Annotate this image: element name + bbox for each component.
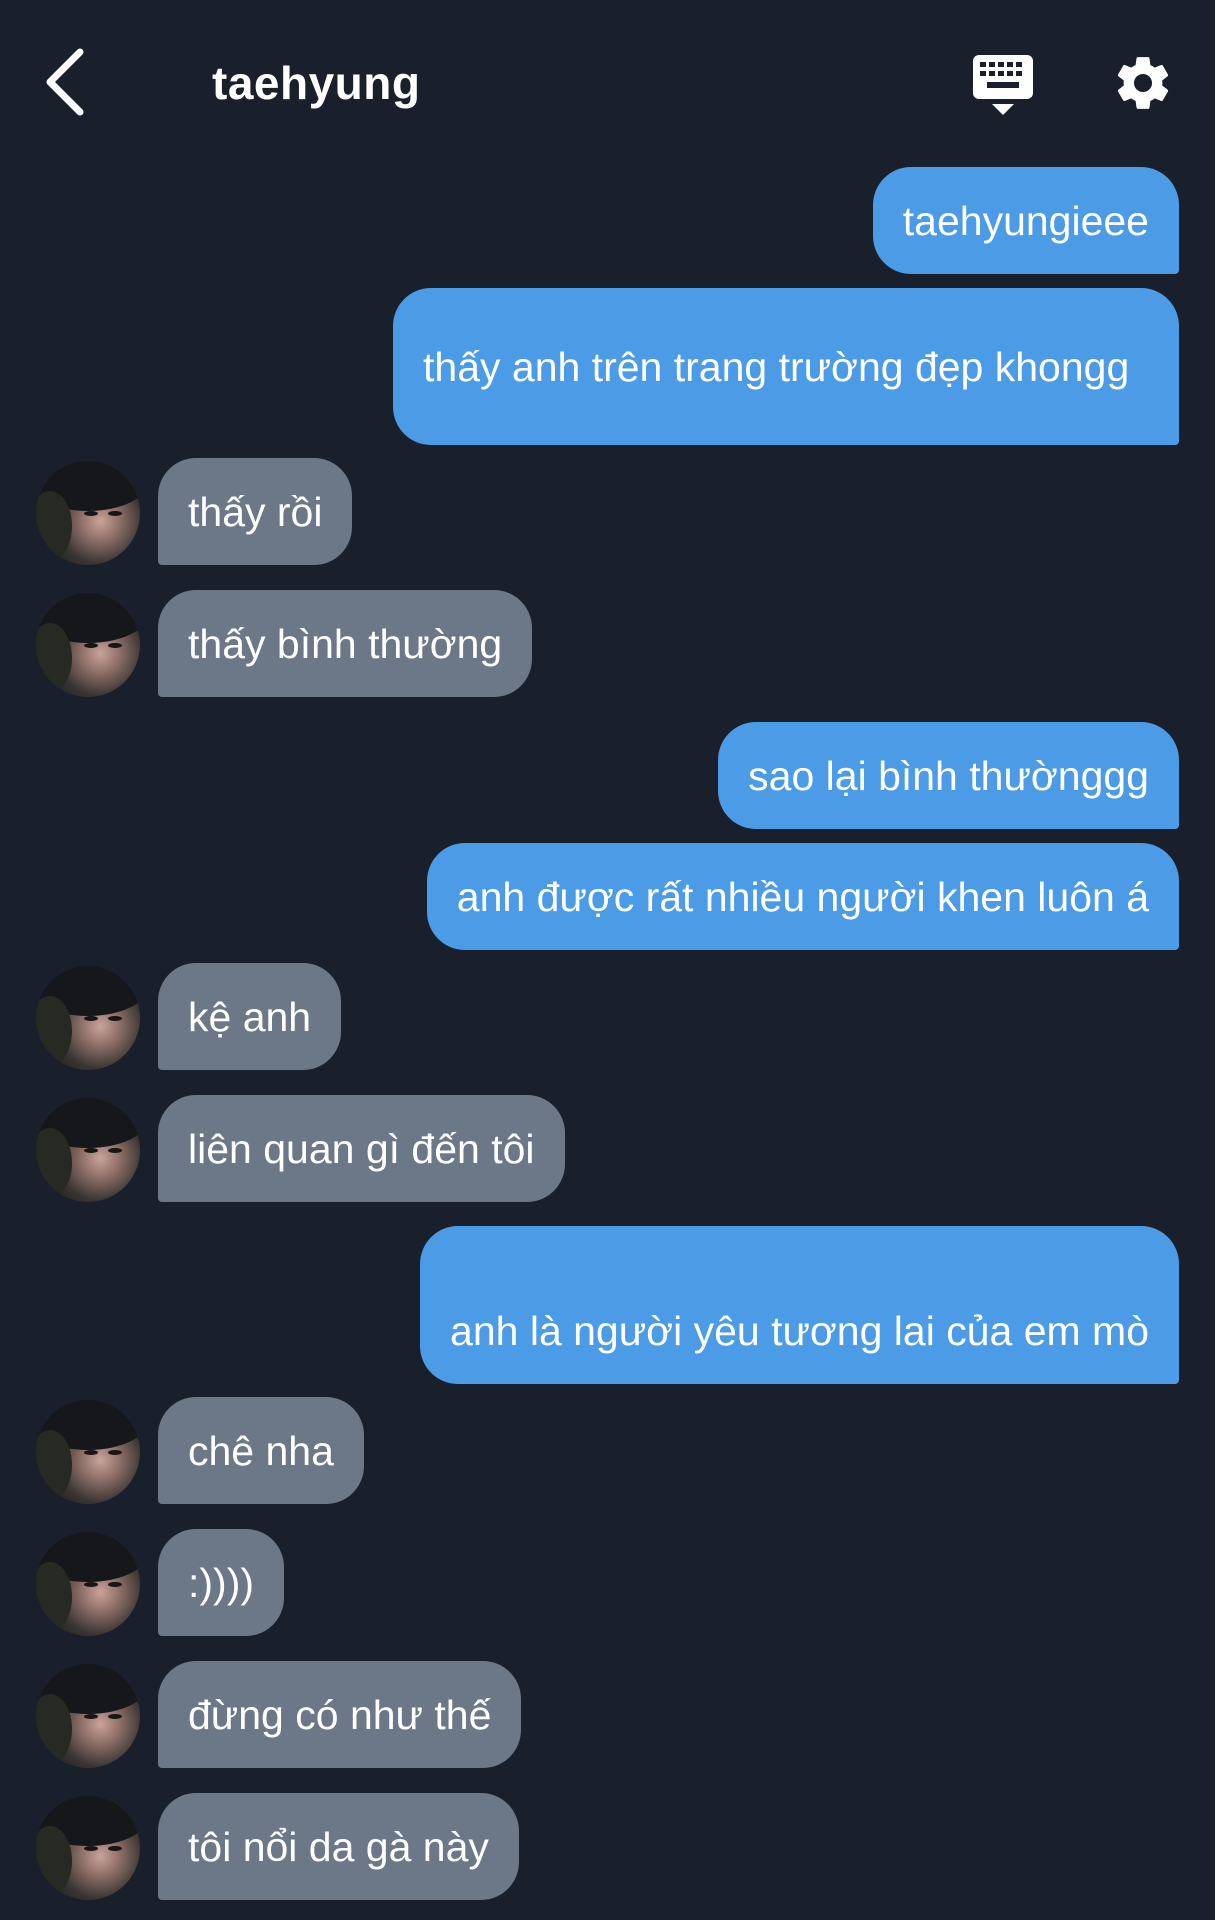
message-bubble-outgoing[interactable]: anh là người yêu tương lai của em mò bbox=[420, 1226, 1179, 1384]
message-bubble-outgoing[interactable]: anh được rất nhiều người khen luôn á bbox=[426, 843, 1179, 950]
avatar[interactable] bbox=[36, 966, 140, 1070]
message-bubble-outgoing[interactable]: sao lại bình thườnggg bbox=[718, 722, 1179, 829]
message-bubble-outgoing[interactable]: thấy anh trên trang trường đẹp khongg bbox=[393, 288, 1179, 445]
message-bubble-incoming[interactable]: tôi nổi da gà này bbox=[158, 1793, 519, 1900]
contact-name: taehyung bbox=[212, 57, 421, 109]
avatar[interactable] bbox=[36, 1532, 140, 1636]
settings-button[interactable] bbox=[1112, 52, 1174, 114]
message-bubble-incoming[interactable]: kệ anh bbox=[158, 963, 342, 1070]
gear-icon bbox=[1117, 57, 1169, 109]
keyboard-button[interactable] bbox=[970, 52, 1036, 118]
chat-header: taehyung bbox=[0, 0, 1215, 160]
avatar[interactable] bbox=[36, 1400, 140, 1504]
message-bubble-incoming[interactable]: chê nha bbox=[158, 1397, 364, 1504]
avatar[interactable] bbox=[36, 593, 140, 697]
chevron-left-icon bbox=[46, 48, 84, 116]
keyboard-icon bbox=[973, 55, 1033, 115]
avatar[interactable] bbox=[36, 1664, 140, 1768]
avatar[interactable] bbox=[36, 1098, 140, 1202]
message-bubble-incoming[interactable]: thấy rồi bbox=[158, 458, 353, 565]
avatar[interactable] bbox=[36, 461, 140, 565]
message-bubble-incoming[interactable]: liên quan gì đến tôi bbox=[158, 1095, 565, 1202]
back-button[interactable] bbox=[36, 44, 96, 120]
message-bubble-incoming[interactable]: đừng có như thế bbox=[158, 1661, 522, 1768]
message-bubble-incoming[interactable]: thấy bình thường bbox=[158, 590, 533, 697]
avatar[interactable] bbox=[36, 1796, 140, 1900]
message-bubble-incoming[interactable]: :)))) bbox=[158, 1529, 285, 1636]
message-bubble-outgoing[interactable]: taehyungieee bbox=[872, 167, 1179, 274]
